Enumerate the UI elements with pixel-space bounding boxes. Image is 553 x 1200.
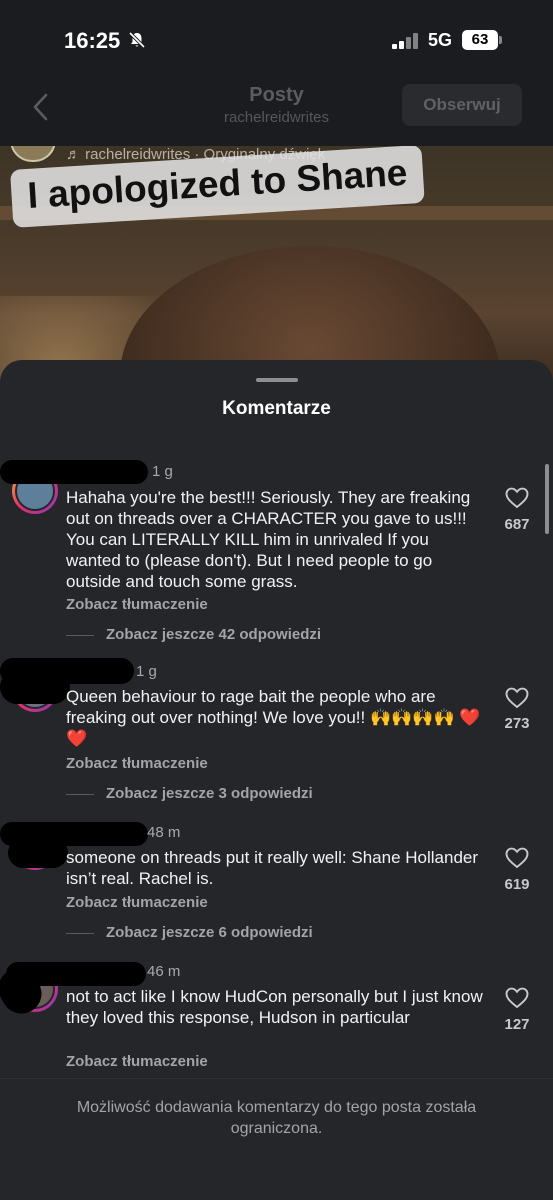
redacted-username bbox=[8, 838, 68, 868]
network-type: 5G bbox=[428, 30, 453, 50]
see-translation-link[interactable]: Zobacz tłumaczenie bbox=[66, 755, 208, 772]
heart-icon[interactable] bbox=[504, 846, 530, 870]
like-count: 619 bbox=[504, 876, 530, 893]
top-header: Posty rachelreidwrites Obserwuj bbox=[0, 80, 553, 146]
comment-text: Queen behaviour to rage bait the people … bbox=[66, 687, 481, 748]
battery-tip bbox=[499, 36, 502, 44]
video-preview[interactable]: ♬ rachelreidwrites · Oryginalny dźwięk I… bbox=[0, 146, 553, 386]
see-translation-link[interactable]: Zobacz tłumaczenie bbox=[66, 894, 208, 911]
sheet-drag-handle[interactable] bbox=[256, 378, 298, 382]
like-count: 127 bbox=[504, 1016, 530, 1033]
replies-divider bbox=[66, 932, 94, 934]
see-translation-link[interactable]: Zobacz tłumaczenie bbox=[66, 1053, 208, 1070]
replies-divider bbox=[66, 634, 94, 636]
status-bar: 16:25 5G 63 bbox=[0, 0, 553, 80]
like-count: 687 bbox=[504, 516, 530, 533]
comments-sheet: Komentarze 1 g Hahaha you're the best!!!… bbox=[0, 360, 553, 1200]
like-count: 273 bbox=[504, 715, 530, 732]
follow-button[interactable]: Obserwuj bbox=[402, 84, 522, 126]
comment-text: someone on threads put it really well: S… bbox=[66, 848, 479, 888]
see-translation-link[interactable]: Zobacz tłumaczenie bbox=[66, 596, 208, 613]
replies-divider bbox=[66, 793, 94, 795]
comment-text: not to act like I know HudCon personally… bbox=[66, 987, 483, 1027]
status-time: 16:25 bbox=[64, 28, 121, 53]
author-avatar[interactable] bbox=[10, 146, 56, 162]
comments-limited-notice: Możliwość dodawania komentarzy do tego p… bbox=[76, 1099, 477, 1137]
battery-icon: 63 bbox=[462, 30, 498, 50]
view-replies-link[interactable]: Zobacz jeszcze 42 odpowiedzi bbox=[66, 626, 321, 643]
heart-icon[interactable] bbox=[504, 486, 530, 510]
view-replies-label: Zobacz jeszcze 3 odpowiedzi bbox=[106, 785, 313, 802]
heart-icon[interactable] bbox=[504, 986, 530, 1010]
comment-text: Hahaha you're the best!!! Seriously. The… bbox=[66, 488, 471, 591]
view-replies-label: Zobacz jeszcze 6 odpowiedzi bbox=[106, 924, 313, 941]
redacted-username bbox=[0, 460, 148, 484]
signal-icon bbox=[392, 33, 420, 49]
view-replies-label: Zobacz jeszcze 42 odpowiedzi bbox=[106, 626, 322, 643]
heart-icon[interactable] bbox=[504, 686, 530, 710]
view-replies-link[interactable]: Zobacz jeszcze 6 odpowiedzi bbox=[66, 924, 313, 941]
redacted-username bbox=[0, 670, 70, 704]
comment-time: 46 m bbox=[147, 963, 181, 980]
bell-muted-icon bbox=[128, 31, 146, 49]
comment-time: 1 g bbox=[136, 663, 157, 680]
view-replies-link[interactable]: Zobacz jeszcze 3 odpowiedzi bbox=[66, 785, 313, 802]
comment-time: 1 g bbox=[152, 463, 173, 480]
comment-time: 48 m bbox=[147, 824, 181, 841]
sheet-title: Komentarze bbox=[222, 398, 331, 419]
scrollbar[interactable] bbox=[545, 464, 549, 534]
comments-footer: Możliwość dodawania komentarzy do tego p… bbox=[0, 1078, 553, 1200]
